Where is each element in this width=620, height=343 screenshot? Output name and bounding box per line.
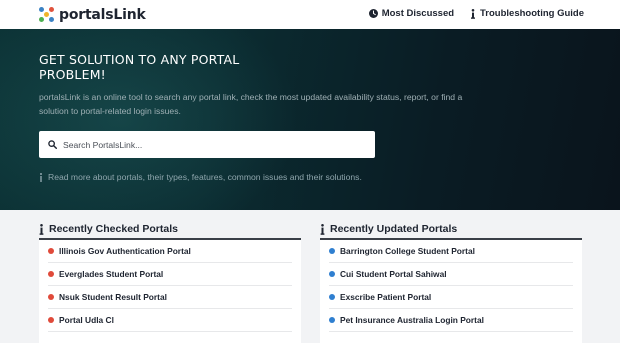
search-input[interactable]: [63, 139, 353, 150]
logo-text: portalsLink: [59, 6, 146, 23]
status-dot-icon: [329, 271, 335, 277]
hero-description: portalsLink is an online tool to search …: [39, 92, 463, 116]
status-dot-icon: [48, 294, 54, 300]
search-box[interactable]: [39, 131, 375, 158]
list-item[interactable]: Exscribe Patient Portal: [329, 286, 573, 309]
nav-most-discussed[interactable]: Most Discussed: [368, 8, 455, 19]
hero-title-line2: PROBLEM!: [39, 67, 106, 82]
hero-section: GET SOLUTION TO ANY PORTAL PROBLEM! port…: [0, 29, 620, 210]
portal-name: Illinois Gov Authentication Portal: [59, 246, 191, 256]
nav-most-discussed-label: Most Discussed: [381, 8, 455, 19]
hero-title: GET SOLUTION TO ANY PORTAL PROBLEM!: [39, 52, 269, 82]
recently-checked-title: Recently Checked Portals: [49, 223, 178, 235]
status-dot-icon: [48, 248, 54, 254]
portal-name: Portal Udla Cl: [59, 315, 114, 325]
list-item[interactable]: Nsuk Student Result Portal: [48, 286, 292, 309]
recently-updated-panel: Recently Updated Portals Barrington Coll…: [320, 222, 582, 343]
recently-updated-list: Barrington College Student Portal Cui St…: [320, 238, 582, 343]
portal-name: Barrington College Student Portal: [340, 246, 475, 256]
portal-name: Nsuk Student Result Portal: [59, 292, 167, 302]
logo-icon: [39, 7, 54, 22]
status-dot-icon: [329, 317, 335, 323]
portal-name: Cui Student Portal Sahiwal: [340, 269, 447, 279]
info-icon: [471, 8, 476, 19]
list-item[interactable]: Pet Insurance Australia Login Portal: [329, 309, 573, 332]
site-header: portalsLink Most Discussed Troubleshooti…: [0, 0, 620, 29]
status-dot-icon: [329, 294, 335, 300]
nav-troubleshooting-label: Troubleshooting Guide: [480, 8, 584, 19]
portal-name: Exscribe Patient Portal: [340, 292, 432, 302]
read-more-text: Read more about portals, their types, fe…: [48, 172, 362, 182]
list-item[interactable]: Illinois Gov Authentication Portal: [48, 240, 292, 263]
status-dot-icon: [48, 271, 54, 277]
search-icon: [48, 140, 57, 149]
list-item[interactable]: Barrington College Student Portal: [329, 240, 573, 263]
top-nav: Most Discussed Troubleshooting Guide: [368, 8, 584, 19]
clock-icon: [368, 9, 378, 18]
nav-troubleshooting-guide[interactable]: Troubleshooting Guide: [470, 8, 584, 19]
logo[interactable]: portalsLink: [39, 6, 146, 23]
status-dot-icon: [48, 317, 54, 323]
recently-updated-header: Recently Updated Portals: [320, 222, 582, 236]
info-icon: [320, 223, 325, 235]
portal-name: Pet Insurance Australia Login Portal: [340, 315, 484, 325]
portal-name: Everglades Student Portal: [59, 269, 164, 279]
list-item[interactable]: Cui Student Portal Sahiwal: [329, 263, 573, 286]
hero-title-line1: GET SOLUTION TO ANY PORTAL: [39, 52, 240, 67]
status-dot-icon: [329, 248, 335, 254]
recently-checked-panel: Recently Checked Portals Illinois Gov Au…: [39, 222, 301, 343]
info-icon: [39, 223, 44, 235]
read-more-link[interactable]: Read more about portals, their types, fe…: [39, 172, 362, 182]
recently-checked-list: Illinois Gov Authentication Portal Everg…: [39, 238, 301, 343]
info-icon: [40, 172, 42, 182]
recently-updated-title: Recently Updated Portals: [330, 223, 458, 235]
recently-checked-header: Recently Checked Portals: [39, 222, 301, 236]
list-item[interactable]: Everglades Student Portal: [48, 263, 292, 286]
list-item[interactable]: Portal Udla Cl: [48, 309, 292, 332]
